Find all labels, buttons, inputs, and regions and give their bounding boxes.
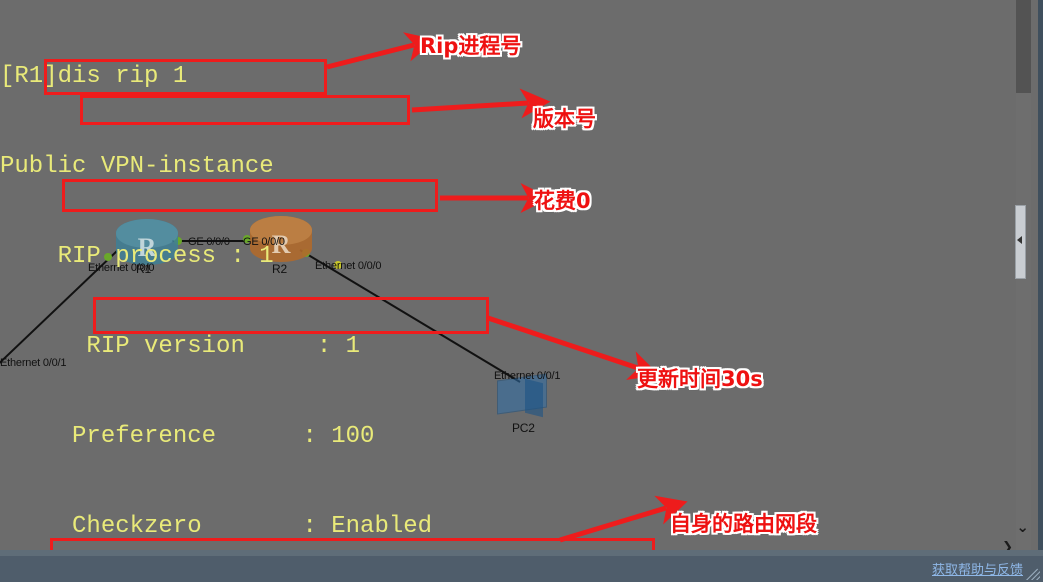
annotation-label-networks: 自身的路由网段 [670, 512, 817, 536]
app-window: R R Ethernet 0/0/1 Ethernet 0/0/0 R1 GE … [0, 0, 1043, 582]
resize-grip-icon[interactable] [1026, 566, 1040, 580]
scroll-down-chevron-icon[interactable]: ⌄ [1016, 520, 1029, 535]
annotation-label-rip-process: Rip进程号 [420, 34, 522, 58]
bottom-bar: 获取帮助与反馈 [0, 556, 1043, 582]
side-mini-panel[interactable] [1015, 205, 1026, 279]
annotation-arrows [326, 32, 688, 543]
annotation-label-default-cost: 花费0 [534, 189, 591, 213]
help-and-feedback-link[interactable]: 获取帮助与反馈 [932, 559, 1023, 578]
annotation-label-update-time: 更新时间30s [637, 367, 763, 391]
expand-arrow-icon [1017, 236, 1022, 244]
scrollbar-thumb[interactable] [1016, 0, 1031, 93]
annotation-label-rip-version: 版本号 [533, 107, 596, 131]
window-edge-strip [1038, 0, 1043, 556]
